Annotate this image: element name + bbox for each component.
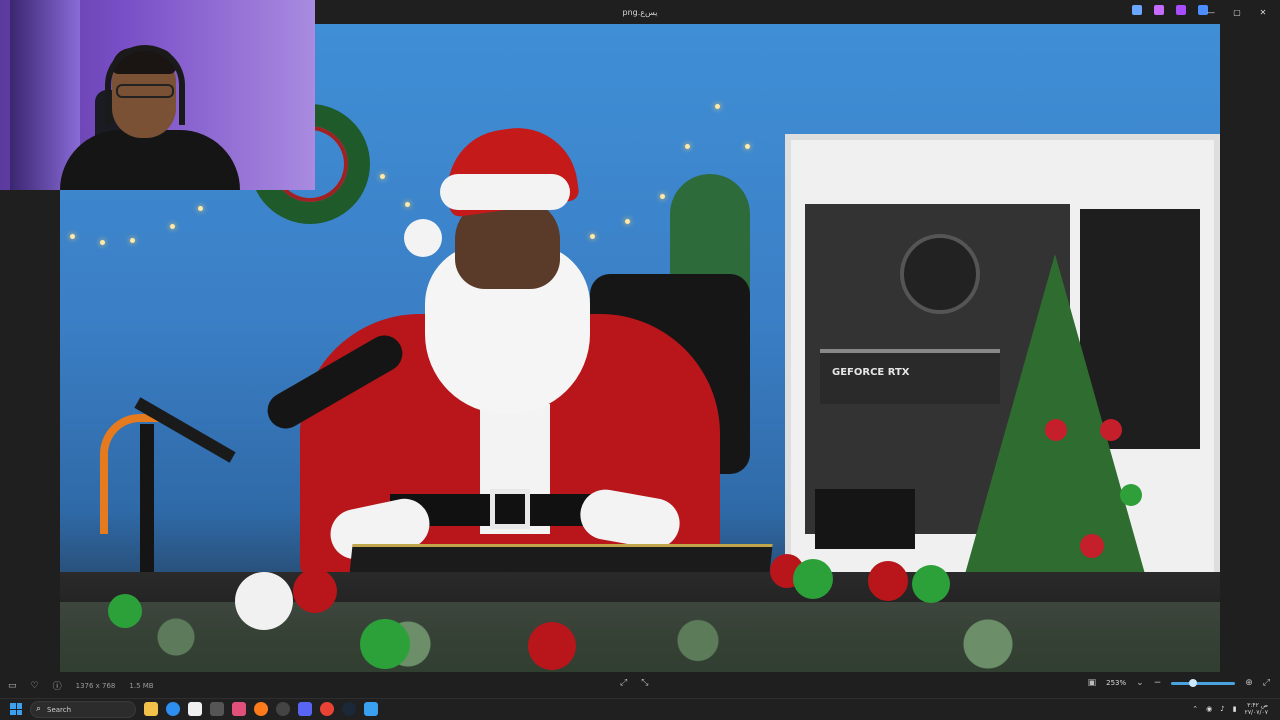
clock[interactable]: ۳:۴۲ ص ۲۷/۰۷/۰۷ <box>1245 702 1268 716</box>
microsoft-store-icon[interactable] <box>188 702 202 716</box>
photos-icon[interactable] <box>364 702 378 716</box>
start-button[interactable] <box>10 703 22 715</box>
ornament-red <box>293 569 337 613</box>
chevron-down-icon[interactable]: ⌄ <box>1136 678 1144 688</box>
zoom-slider-thumb[interactable] <box>1189 678 1198 687</box>
clock-date: ۲۷/۰۷/۰۷ <box>1244 709 1268 716</box>
designer-icon[interactable] <box>1176 5 1186 15</box>
slideshow-icon[interactable]: ▣ <box>1088 678 1097 688</box>
firefox-icon[interactable] <box>254 702 268 716</box>
string-light <box>590 234 595 239</box>
webcam-overlay <box>0 0 315 190</box>
ornament-red <box>528 622 576 670</box>
status-center: ⤢ ⤡ <box>620 678 648 688</box>
zoom-out-icon[interactable]: − <box>1154 678 1162 688</box>
file-size: 1.5 MB <box>129 681 154 690</box>
string-light <box>685 144 690 149</box>
system-tray: ⌃ ◉ ♪ ▮ ۳:۴۲ ص ۲۷/۰۷/۰۷ <box>1192 702 1268 716</box>
info-icon[interactable]: ⓘ <box>53 679 62 692</box>
belt-buckle <box>490 489 530 529</box>
string-light <box>715 104 720 109</box>
photos-app-window: png.یس‌ع — ▢ ✕ <box>0 0 1280 698</box>
battery-icon[interactable]: ▮ <box>1233 705 1237 713</box>
string-light <box>625 219 630 224</box>
wifi-icon[interactable]: ◉ <box>1206 705 1212 713</box>
ornament-green <box>360 619 410 669</box>
pink-app-icon[interactable] <box>232 702 246 716</box>
chevron-up-icon[interactable]: ⌃ <box>1192 705 1198 713</box>
title-toolbar <box>1132 5 1208 15</box>
minimize-button[interactable]: — <box>1200 4 1222 20</box>
image-dimensions: 1376 x 768 <box>75 681 116 690</box>
status-bar: ▭ ♡ ⓘ 1376 x 768 1.5 MB ⤢ ⤡ ▣ 253% ⌄ − ⊕… <box>0 674 1280 696</box>
filmstrip-icon[interactable]: ▭ <box>8 681 17 691</box>
file-explorer-icon[interactable] <box>144 702 158 716</box>
string-light <box>70 234 75 239</box>
taskbar: ⌕ Search ⌃ ◉ ♪ ▮ ۳:۴۲ ص ۲۷/۰۷/۰۷ <box>0 698 1280 720</box>
ornament-red <box>1100 419 1122 441</box>
chrome-icon[interactable] <box>320 702 334 716</box>
ornament-red <box>868 561 908 601</box>
discord-icon[interactable] <box>298 702 312 716</box>
clock-time: ۳:۴۲ ص <box>1247 702 1268 709</box>
webcam-person-body <box>60 130 240 190</box>
actual-size-icon[interactable]: ⤡ <box>641 678 648 688</box>
string-light <box>405 202 410 207</box>
ornament-red <box>1080 534 1104 558</box>
favorite-icon[interactable]: ♡ <box>31 681 39 691</box>
fullscreen-icon[interactable]: ⤢ <box>1263 678 1270 688</box>
close-button[interactable]: ✕ <box>1252 4 1274 20</box>
taskbar-search[interactable]: ⌕ Search <box>30 701 136 718</box>
ornament-green <box>912 565 950 603</box>
ornament-green <box>1120 484 1142 506</box>
power-supply <box>815 489 915 549</box>
steam-icon[interactable] <box>342 702 356 716</box>
fit-to-window-icon[interactable]: ⤢ <box>620 678 627 688</box>
string-light <box>130 238 135 243</box>
ornament-white <box>235 572 293 630</box>
search-icon: ⌕ <box>36 704 42 714</box>
copilot-icon[interactable] <box>1154 5 1164 15</box>
camera-icon[interactable] <box>210 702 224 716</box>
ornament-green <box>108 594 142 628</box>
gpu-label: GEFORCE RTX <box>832 367 910 378</box>
speaker-icon[interactable]: ♪ <box>1220 705 1224 713</box>
window-controls: — ▢ ✕ <box>1200 4 1274 20</box>
search-placeholder: Search <box>47 705 72 714</box>
string-light <box>380 174 385 179</box>
hat-brim <box>440 174 570 210</box>
zoom-slider[interactable] <box>1171 678 1236 687</box>
tinsel-garland <box>60 602 1220 672</box>
ornament-red <box>1045 419 1067 441</box>
hat-pompom <box>404 219 442 257</box>
string-light <box>100 240 105 245</box>
zoom-controls: ▣ 253% ⌄ − ⊕ ⤢ <box>1088 678 1270 688</box>
edit-icon[interactable] <box>1132 5 1142 15</box>
edge-icon[interactable] <box>166 702 180 716</box>
obs-icon[interactable] <box>276 702 290 716</box>
string-light <box>198 206 203 211</box>
glasses <box>116 84 174 98</box>
maximize-button[interactable]: ▢ <box>1226 4 1248 20</box>
taskbar-apps <box>144 702 378 716</box>
string-light <box>660 194 665 199</box>
cable <box>100 414 170 534</box>
string-light <box>170 224 175 229</box>
ornament-green <box>793 559 833 599</box>
zoom-level[interactable]: 253% <box>1106 679 1126 687</box>
string-light <box>745 144 750 149</box>
zoom-in-icon[interactable]: ⊕ <box>1245 678 1253 688</box>
christmas-tree <box>965 254 1145 574</box>
status-left: ▭ ♡ ⓘ 1376 x 768 1.5 MB <box>8 679 154 693</box>
